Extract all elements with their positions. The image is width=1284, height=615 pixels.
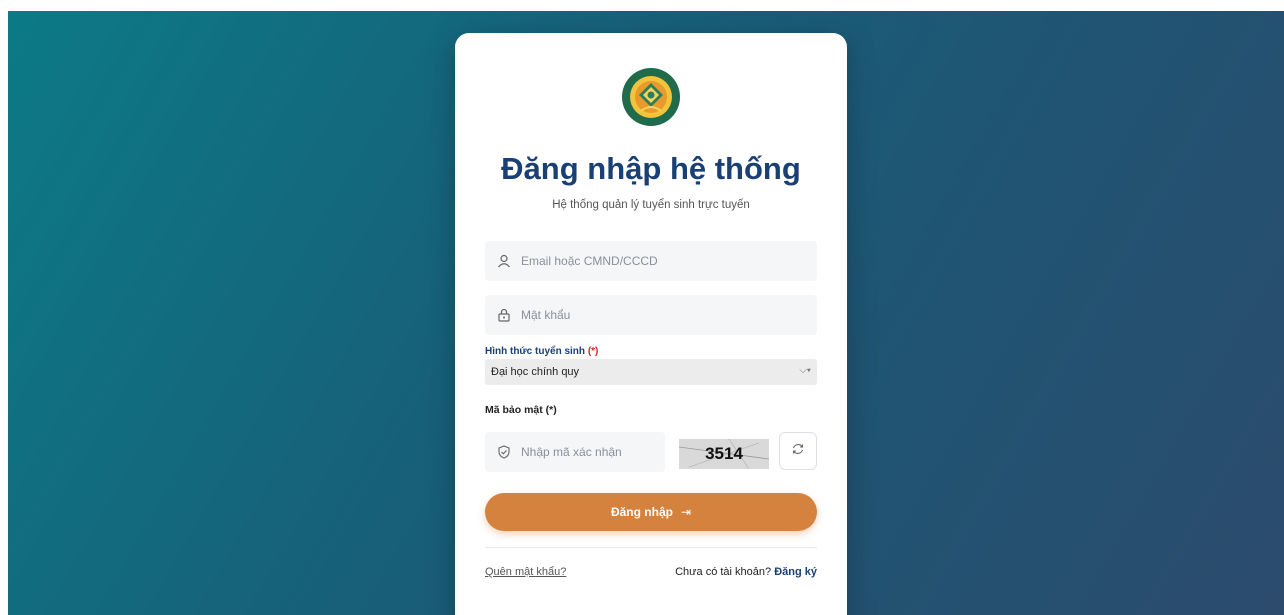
required-marker: (*) [587,346,599,357]
academy-of-finance-logo-icon [621,67,681,127]
page-title: Đăng nhập hệ thống [501,151,801,186]
admission-type-selected: Đại học chính quy [491,366,580,378]
forgot-password-link[interactable]: Quên mật khẩu? [485,566,566,578]
signup-prompt: Chưa có tài khoản? Đăng ký [675,566,817,578]
divider [485,547,817,548]
captcha-code: 3514 [705,444,743,463]
password-input[interactable] [519,294,817,336]
login-arrow-icon: ⇥ [680,505,692,519]
captcha-label: Mã bảo mật (*) [485,404,557,416]
email-field[interactable] [485,240,817,282]
captcha-image: 3514 [679,439,769,469]
login-button-label: Đăng nhập [610,505,673,519]
captcha-field[interactable] [485,431,678,473]
chevron-down-icon: ⌵▾ [799,365,811,376]
user-icon [497,254,511,268]
admission-type-label: Hình thức tuyển sinh (*) [485,346,598,357]
password-field[interactable] [485,294,817,336]
login-button[interactable]: Đăng nhập ⇥ [485,493,817,531]
login-card: Đăng nhập hệ thống Hệ thống quản lý tuyể… [455,33,847,615]
refresh-icon [791,442,805,461]
captcha-input[interactable] [519,431,678,473]
refresh-captcha-button[interactable] [779,432,817,470]
admission-type-label-text: Hình thức tuyển sinh [485,346,586,357]
lock-icon [497,308,511,322]
page-subtitle: Hệ thống quản lý tuyển sinh trực tuyến [552,199,750,211]
no-account-text: Chưa có tài khoản? [675,566,772,578]
page-background: Đăng nhập hệ thống Hệ thống quản lý tuyể… [8,11,1284,615]
shield-check-icon [497,445,511,459]
admission-type-select[interactable]: Đại học chính quy ⌵▾ [485,359,817,385]
signup-link[interactable]: Đăng ký [774,566,817,578]
email-input[interactable] [519,240,817,282]
